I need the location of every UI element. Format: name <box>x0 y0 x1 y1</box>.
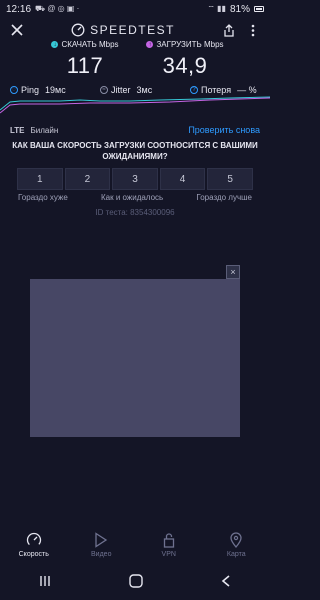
ping-label: Ping <box>21 85 40 95</box>
app-title-text: SPEEDTEST <box>90 23 175 37</box>
rating-option-3[interactable]: 3 <box>112 168 158 190</box>
upload-metric: ↑ ЗАГРУЗИТЬ Mbps 34,9 <box>125 40 245 79</box>
nav-label-video: Видео <box>91 551 112 558</box>
bottom-navigation: Скорость Видео VPN Карта <box>0 528 270 562</box>
speed-graph <box>0 96 270 114</box>
play-icon <box>93 532 109 548</box>
home-icon <box>129 573 143 588</box>
battery-percentage: 81% <box>229 3 250 15</box>
nav-label-map: Карта <box>226 551 246 558</box>
speedometer-icon <box>26 532 42 548</box>
ping-icon: ◌ <box>10 86 18 94</box>
app-header: SPEEDTEST <box>0 18 270 42</box>
rating-scale-labels: Гораздо хуже Как и ожидалось Гораздо луч… <box>18 193 252 205</box>
rating-label-low: Гораздо хуже <box>18 193 68 202</box>
share-icon <box>224 23 234 37</box>
close-icon <box>11 24 23 36</box>
survey-question: КАК ВАША СКОРОСТЬ ЗАГРУЗКИ СООТНОСИТСЯ С… <box>12 141 258 161</box>
nav-item-vpn[interactable]: VPN <box>139 532 199 558</box>
jitter-icon: ≈ <box>100 86 108 94</box>
home-button[interactable] <box>129 573 143 591</box>
provider-name: Билайн <box>30 125 59 135</box>
recent-apps-icon <box>40 576 50 586</box>
rating-label-high: Гораздо лучше <box>196 193 252 202</box>
lock-icon <box>161 532 177 548</box>
rating-options: 1 2 3 4 5 <box>17 168 253 190</box>
ping-value: 19мс <box>45 85 66 95</box>
battery-icon <box>254 6 264 12</box>
speedtest-logo-icon <box>71 23 85 37</box>
rating-option-1[interactable]: 1 <box>17 168 63 190</box>
help-icon: ? <box>190 86 198 94</box>
speed-metrics: ↓ СКАЧАТЬ Mbps 117 ↑ ЗАГРУЗИТЬ Mbps 34,9 <box>0 40 270 84</box>
back-icon <box>221 575 230 587</box>
rating-option-2[interactable]: 2 <box>64 168 111 190</box>
test-again-button[interactable]: Проверить снова <box>188 125 260 135</box>
rating-option-5[interactable]: 5 <box>207 168 253 190</box>
ping-stat: ◌ Ping 19мс <box>10 85 66 95</box>
download-label: СКАЧАТЬ Mbps <box>61 40 119 49</box>
packet-loss-stat[interactable]: ? Потеря — % <box>190 85 257 95</box>
upload-label: ЗАГРУЗИТЬ Mbps <box>156 40 224 49</box>
test-id: ID теста: 8354300096 <box>95 208 175 217</box>
jitter-value: 3мс <box>136 85 153 95</box>
notification-icons: ⛟ @ ◎ ▣ · <box>35 4 80 13</box>
more-vertical-icon <box>251 24 255 36</box>
connection-type: LTE <box>10 125 25 135</box>
status-time: 12:16 <box>6 3 32 15</box>
jitter-label: Jitter <box>111 85 131 95</box>
nav-item-map[interactable]: Карта <box>206 532 266 558</box>
loss-value: — % <box>237 85 257 95</box>
back-button[interactable] <box>221 574 231 590</box>
nav-label-speed: Скорость <box>18 551 49 558</box>
more-options-button[interactable] <box>244 21 262 39</box>
upload-value: 34,9 <box>162 53 208 78</box>
system-navigation-bar <box>0 570 270 594</box>
loss-label: Потеря <box>201 85 232 95</box>
nav-item-speed[interactable]: Скорость <box>4 532 64 558</box>
network-info: LTE Билайн Проверить снова <box>0 123 270 137</box>
map-pin-icon <box>228 532 244 548</box>
latency-stats: ◌ Ping 19мс ≈ Jitter 3мс ? Потеря — % <box>0 84 270 96</box>
upload-arrow-icon: ↑ <box>146 41 154 48</box>
rating-option-4[interactable]: 4 <box>159 168 206 190</box>
signal-icon: ⌔ ▮▮ <box>207 4 226 13</box>
recent-apps-button[interactable] <box>39 574 51 590</box>
ad-banner[interactable] <box>30 279 240 437</box>
status-bar: 12:16 ⛟ @ ◎ ▣ · ⌔ ▮▮ 81% <box>0 0 270 18</box>
close-button[interactable] <box>8 21 26 39</box>
share-button[interactable] <box>220 21 238 39</box>
jitter-stat: ≈ Jitter 3мс <box>100 85 152 95</box>
download-arrow-icon: ↓ <box>51 41 59 48</box>
nav-label-vpn: VPN <box>161 551 176 558</box>
app-title: SPEEDTEST <box>71 23 175 37</box>
nav-item-video[interactable]: Видео <box>71 532 131 558</box>
rating-label-mid: Как и ожидалось <box>100 193 164 202</box>
ad-close-button[interactable]: × <box>226 265 240 279</box>
